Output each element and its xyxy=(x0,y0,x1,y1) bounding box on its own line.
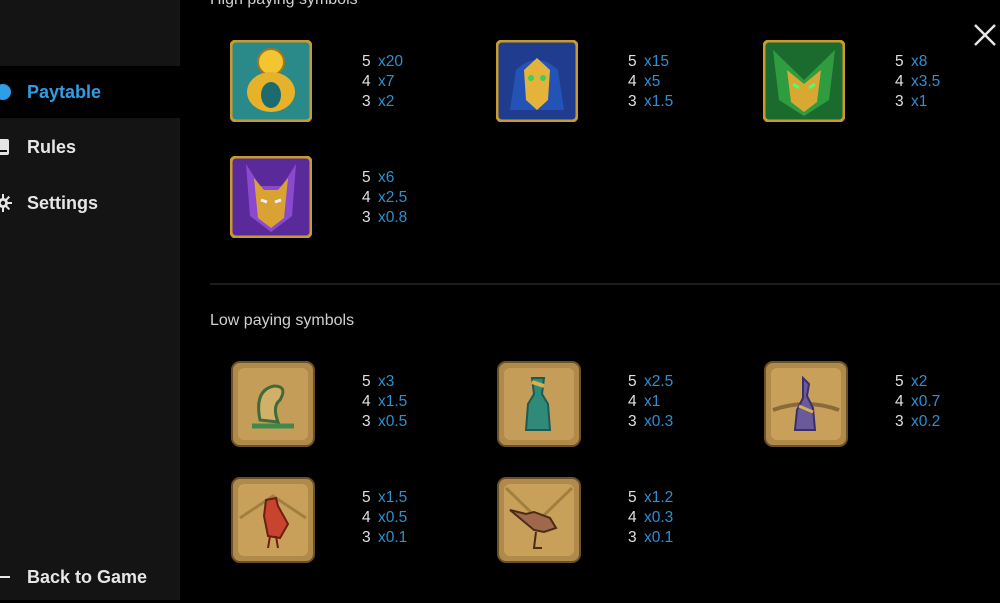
close-button[interactable] xyxy=(970,20,1000,50)
payout-list: 5 x1.5 4 x0.5 3 x0.1 xyxy=(362,489,408,546)
circle-icon xyxy=(0,83,12,101)
symbol-paytable-row: 5 x20 4 x7 3 x2 xyxy=(230,40,410,130)
sidebar: Paytable Rules Settings Back to Game xyxy=(0,0,180,600)
close-icon xyxy=(974,24,996,46)
back-to-game-label: Back to Game xyxy=(27,566,148,587)
nav-item-settings[interactable]: Settings xyxy=(0,177,180,229)
symbol-paytable-row: 5 x3 4 x1.5 3 x0.5 xyxy=(230,360,410,450)
blue-gold-lion-icon xyxy=(496,40,578,122)
back-to-game-button[interactable]: Back to Game xyxy=(0,551,180,603)
low-paying-title: Low paying symbols xyxy=(210,312,355,329)
cat-hieroglyph-icon xyxy=(496,360,581,447)
payout-list: 5 x3 4 x1.5 3 x0.5 xyxy=(362,373,408,430)
nav-item-paytable[interactable]: Paytable xyxy=(0,66,180,118)
nav-item-rules[interactable]: Rules xyxy=(0,121,180,173)
jackal-hieroglyph-icon xyxy=(763,360,848,447)
symbol-paytable-row: 5 x8 4 x3.5 3 x1 xyxy=(763,40,943,130)
cobra-hieroglyph-icon xyxy=(230,360,315,447)
nav-item-label: Paytable xyxy=(27,81,102,102)
payout-list: 5 x20 4 x7 3 x2 xyxy=(362,53,403,110)
high-paying-title: High paying symbols xyxy=(210,0,358,9)
payout-list: 5 x15 4 x5 3 x1.5 xyxy=(628,53,674,110)
payout-list: 5 x8 4 x3.5 3 x1 xyxy=(895,53,941,110)
section-divider xyxy=(210,283,1000,285)
payout-list: 5 x6 4 x2.5 3 x0.8 xyxy=(362,169,408,226)
payout-list: 5 x2 4 x0.7 3 x0.2 xyxy=(895,373,941,430)
payout-list: 5 x1.2 4 x0.3 3 x0.1 xyxy=(628,489,674,546)
payout-list: 5 x2.5 4 x1 3 x0.3 xyxy=(628,373,674,430)
green-gold-mask-icon xyxy=(763,40,845,122)
back-arrow-icon xyxy=(0,568,12,586)
golden-sun-scarab-icon xyxy=(230,40,312,122)
nav-item-label: Rules xyxy=(27,136,77,157)
nav-item-label: Settings xyxy=(27,192,99,213)
symbol-paytable-row: 5 x2.5 4 x1 3 x0.3 xyxy=(496,360,676,450)
symbol-paytable-row: 5 x2 4 x0.7 3 x0.2 xyxy=(763,360,943,450)
gear-icon xyxy=(0,194,12,212)
red-bird-hieroglyph-icon xyxy=(230,476,315,563)
paytable-content: High paying symbols 5x20 4x7 3x2 xyxy=(180,0,1000,600)
symbol-paytable-row: 5 x15 4 x5 3 x1.5 xyxy=(496,40,676,130)
book-icon xyxy=(0,138,12,156)
symbol-paytable-row: 5 x1.2 4 x0.3 3 x0.1 xyxy=(496,476,676,566)
symbol-paytable-row: 5 x1.5 4 x0.5 3 x0.1 xyxy=(230,476,410,566)
symbol-paytable-row: 5 x6 4 x2.5 3 x0.8 xyxy=(230,156,410,246)
ibis-hieroglyph-icon xyxy=(496,476,581,563)
purple-gold-jackal-icon xyxy=(230,156,312,238)
